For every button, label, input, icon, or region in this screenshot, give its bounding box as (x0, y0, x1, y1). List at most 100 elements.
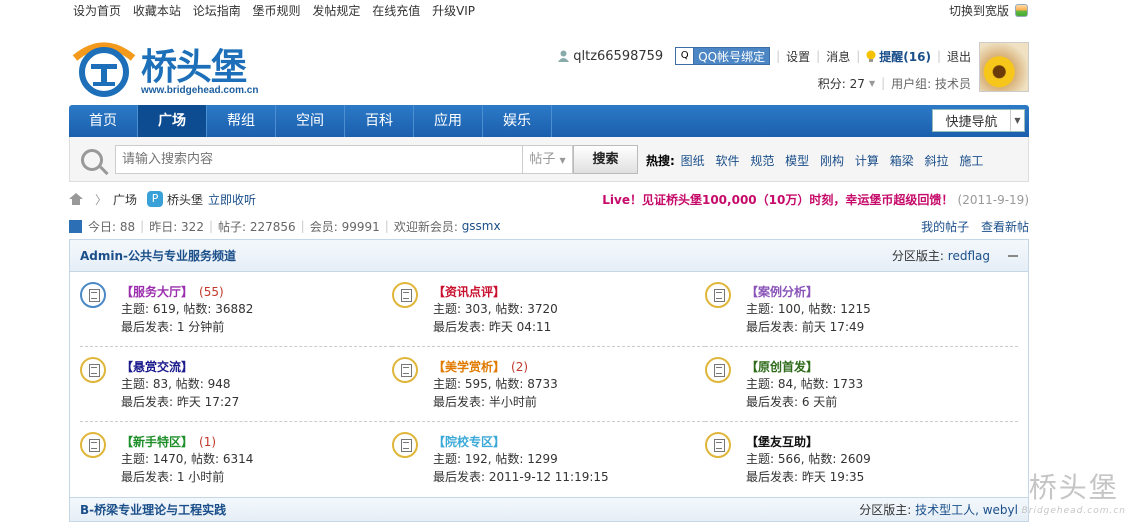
hot-keyword[interactable]: 斜拉 (925, 154, 949, 168)
breadcrumb-current[interactable]: 广场 (113, 191, 137, 208)
hot-keyword[interactable]: 施工 (959, 154, 983, 168)
moderator-label: 分区版主: (891, 249, 944, 263)
top-link-homepage[interactable]: 设为首页 (73, 4, 121, 18)
forum-name-link[interactable]: 【服务大厅】 (121, 285, 193, 299)
username-link[interactable]: qltz66598759 (573, 49, 663, 64)
switch-wide-link[interactable]: 切换到宽版 (949, 2, 1009, 19)
forum-last-post[interactable]: 最后发表: 半小时前 (433, 393, 705, 411)
forum-icon[interactable] (705, 357, 731, 383)
nav-item-apps[interactable]: 应用 (414, 105, 483, 137)
quick-nav-label: 快捷导航 (945, 115, 998, 130)
hot-keyword[interactable]: 模型 (785, 154, 809, 168)
forum-last-post[interactable]: 最后发表: 2011-9-12 11:19:15 (433, 468, 705, 486)
nav-item-square[interactable]: 广场 (138, 105, 207, 137)
forum-icon[interactable] (80, 357, 106, 383)
forum-icon[interactable] (80, 282, 106, 308)
forum-name-link[interactable]: 【美学赏析】 (433, 360, 505, 374)
forum-section: Admin-公共与专业服务频道 分区版主: redflag 【服务大厅】 (55)… (69, 239, 1029, 497)
section-title[interactable]: Admin-公共与专业服务频道 (80, 247, 236, 264)
forum-icon[interactable] (80, 432, 106, 458)
nav-item-groups[interactable]: 帮组 (207, 105, 276, 137)
quick-nav-button[interactable]: 快捷导航 ▼ (932, 109, 1025, 132)
forum-last-post[interactable]: 最后发表: 1 小时前 (121, 468, 392, 486)
forum-cell: 【服务大厅】 (55) 主题: 619, 帖数: 36882 最后发表: 1 分钟前 (80, 272, 392, 347)
top-link-bookmark[interactable]: 收藏本站 (133, 4, 181, 18)
chevron-down-icon[interactable]: ▼ (869, 79, 875, 88)
forum-cell: 【院校专区】主题: 192, 帖数: 1299 最后发表: 2011-9-12 1… (392, 422, 705, 497)
forum-new-count: (2) (511, 360, 529, 374)
top-link-vip[interactable]: 升级VIP (432, 4, 475, 18)
forum-last-post[interactable]: 最后发表: 6 天前 (746, 393, 1018, 411)
forum-name-link[interactable]: 【案例分析】 (746, 285, 818, 299)
forum-icon[interactable] (705, 282, 731, 308)
avatar[interactable] (979, 42, 1029, 92)
forum-icon[interactable] (392, 432, 418, 458)
site-logo[interactable]: 桥头堡 www.bridgehead.com.cn (71, 32, 261, 98)
nav-item-wiki[interactable]: 百科 (345, 105, 414, 137)
forum-name-link[interactable]: 【堡友互助】 (746, 435, 818, 449)
announcement-link[interactable]: Live！见证桥头堡100,000（10万）时刻，幸运堡币超级回馈！ (602, 193, 953, 207)
top-link-post-rules[interactable]: 发帖规定 (312, 4, 360, 18)
hot-keyword[interactable]: 箱梁 (890, 154, 914, 168)
hot-keyword[interactable]: 图纸 (681, 154, 705, 168)
home-icon[interactable] (69, 193, 83, 205)
new-member-link[interactable]: gssmx (462, 219, 501, 233)
logout-link[interactable]: 退出 (947, 48, 971, 65)
hot-keyword[interactable]: 软件 (715, 154, 739, 168)
new-posts-link[interactable]: 查看新帖 (981, 220, 1029, 234)
collapse-icon[interactable] (1008, 254, 1018, 257)
forum-icon[interactable] (392, 357, 418, 383)
forum-topics: 主题: 595, 帖数: 8733 (433, 377, 558, 391)
search-type-select[interactable]: 帖子 ▼ (523, 145, 573, 174)
theme-switch-icon[interactable] (1015, 3, 1028, 17)
section-title[interactable]: B-桥梁专业理论与工程实践 (80, 501, 226, 518)
forum-name-link[interactable]: 【新手特区】 (121, 435, 193, 449)
messages-link[interactable]: 消息 (826, 48, 850, 65)
my-posts-link[interactable]: 我的帖子 (921, 220, 969, 234)
site-header: 桥头堡 www.bridgehead.com.cn qltz66598759 Q… (69, 22, 1029, 102)
forum-topics: 主题: 303, 帖数: 3720 (433, 302, 558, 316)
remind-link[interactable]: 提醒(16) (879, 48, 931, 65)
forum-topics: 主题: 83, 帖数: 948 (121, 377, 231, 391)
forum-last-post[interactable]: 最后发表: 1 分钟前 (121, 318, 392, 336)
forum-cell: 【悬赏交流】主题: 83, 帖数: 948 最后发表: 昨天 17:27 (80, 347, 392, 422)
search-box (115, 145, 523, 174)
points-menu[interactable]: 积分: 27 (818, 75, 865, 92)
forum-name-link[interactable]: 【原创首发】 (746, 360, 818, 374)
welcome-label: 欢迎新会员: (393, 219, 458, 234)
forum-topics: 主题: 192, 帖数: 1299 (433, 452, 558, 466)
qq-bind-label: QQ帐号绑定 (698, 49, 766, 64)
hot-keyword[interactable]: 计算 (855, 154, 879, 168)
nav-item-entertainment[interactable]: 娱乐 (483, 105, 552, 137)
nav-item-home[interactable]: 首页 (69, 105, 138, 137)
forum-row: 【新手特区】 (1) 主题: 1470, 帖数: 6314 最后发表: 1 小时前 【院… (70, 422, 1028, 497)
follow-link[interactable]: 立即收听 (208, 191, 256, 208)
top-link-coin-rules[interactable]: 堡币规则 (253, 4, 301, 18)
forum-last-post[interactable]: 最后发表: 昨天 04:11 (433, 318, 705, 336)
search-button[interactable]: 搜索 (573, 145, 638, 174)
hot-keyword[interactable]: 刚构 (820, 154, 844, 168)
forum-name-link[interactable]: 【悬赏交流】 (121, 360, 193, 374)
forum-last-post[interactable]: 最后发表: 昨天 17:27 (121, 393, 392, 411)
forum-icon[interactable] (705, 432, 731, 458)
forum-last-post[interactable]: 最后发表: 前天 17:49 (746, 318, 1018, 336)
qq-bind-button[interactable]: Q QQ帐号绑定 (675, 47, 771, 65)
forum-section-header: B-桥梁专业理论与工程实践 分区版主: 技术型工人, webyl (69, 497, 1029, 522)
top-link-recharge[interactable]: 在线充值 (372, 4, 420, 18)
forum-topics: 主题: 100, 帖数: 1215 (746, 302, 871, 316)
top-link-guide[interactable]: 论坛指南 (193, 4, 241, 18)
moderator-link[interactable]: redflag (948, 249, 990, 263)
hot-keyword[interactable]: 规范 (750, 154, 774, 168)
forum-name-link[interactable]: 【院校专区】 (433, 435, 505, 449)
forum-topics: 主题: 566, 帖数: 2609 (746, 452, 871, 466)
forum-cell: 【原创首发】 主题: 84, 帖数: 1733 最后发表: 6 天前 (705, 347, 1018, 422)
forum-icon[interactable] (392, 282, 418, 308)
nav-item-space[interactable]: 空间 (276, 105, 345, 137)
settings-link[interactable]: 设置 (786, 48, 810, 65)
search-input[interactable] (116, 146, 522, 173)
moderator-links[interactable]: 技术型工人, webyl (915, 503, 1018, 517)
forum-name-link[interactable]: 【资讯点评】 (433, 285, 505, 299)
chevron-down-icon[interactable]: ▼ (1010, 110, 1024, 131)
forum-topics: 主题: 619, 帖数: 36882 (121, 302, 254, 316)
forum-last-post[interactable]: 最后发表: 昨天 19:35 (746, 468, 1018, 486)
